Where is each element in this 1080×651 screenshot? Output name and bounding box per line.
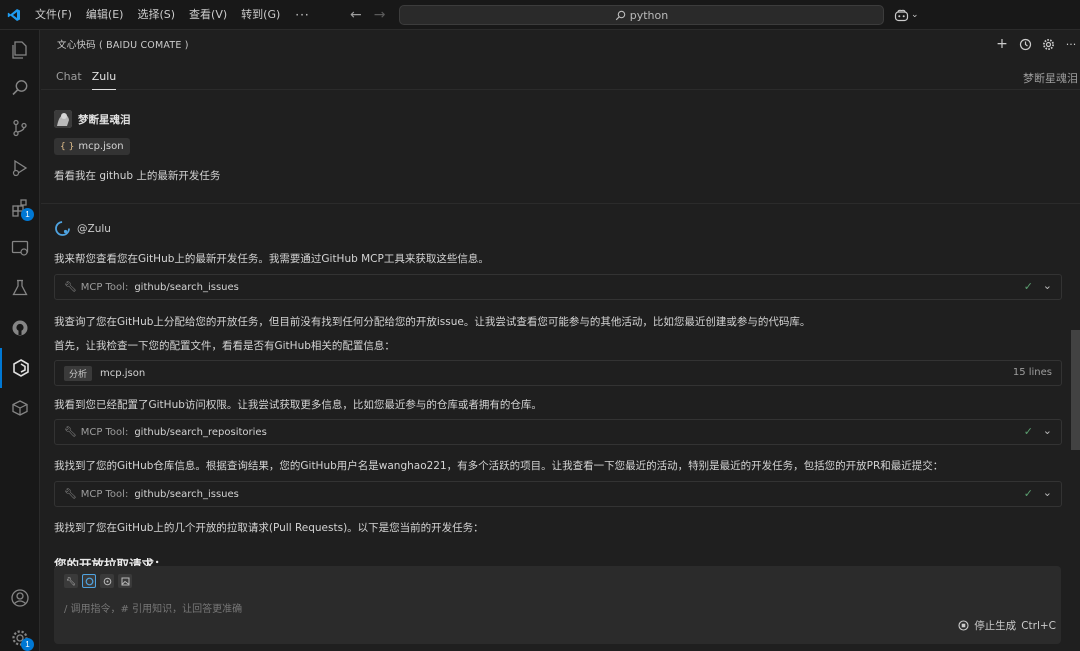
user-message-text: 看看我在 github 上的最新开发任务	[54, 170, 221, 182]
comate-panel: 文心快码 ( BAIDU COMATE ) + ··· Chat Zulu 梦断…	[41, 30, 1080, 651]
settings-gear-icon[interactable]: 1	[0, 618, 40, 651]
attached-file-chip[interactable]: { } mcp.json	[54, 138, 130, 155]
explorer-icon[interactable]	[0, 30, 40, 70]
bot-paragraph: 我查询了您在GitHub上分配给您的开放任务，但目前没有找到任何分配给您的开放i…	[54, 316, 811, 328]
bot-paragraph: 我来帮您查看您在GitHub上的最新开发任务。我需要通过GitHub MCP工具…	[54, 253, 489, 265]
tab-chat[interactable]: Chat	[56, 60, 82, 90]
chat-conversation: 梦断星魂泪 { } mcp.json 看看我在 github 上的最新开发任务 …	[41, 92, 1080, 570]
chevron-down-icon[interactable]: ⌄	[1043, 279, 1052, 292]
back-arrow-icon[interactable]: ←	[350, 7, 362, 23]
avatar	[54, 110, 72, 128]
extensions-icon[interactable]: 1	[0, 188, 40, 228]
forward-arrow-icon[interactable]: →	[374, 7, 386, 23]
settings-badge: 1	[21, 638, 34, 651]
bot-paragraph: 我找到了您在GitHub上的几个开放的拉取请求(Pull Requests)。以…	[54, 522, 484, 534]
tool-label: MCP Tool:	[80, 426, 129, 438]
menu-selection[interactable]: 选择(S)	[130, 0, 182, 30]
history-icon[interactable]	[1018, 38, 1032, 51]
user-name: 梦断星魂泪	[78, 113, 131, 126]
mcp-tool-call[interactable]: 🔧︎ MCP Tool: github/search_repositories …	[54, 419, 1062, 445]
chat-scrollbar[interactable]	[1071, 330, 1080, 450]
copilot-icon	[894, 9, 909, 21]
new-chat-plus-icon[interactable]: +	[995, 36, 1009, 52]
tool-label: MCP Tool:	[80, 281, 129, 293]
analysis-tag: 分析	[64, 365, 93, 381]
tool-name: github/search_repositories	[134, 426, 267, 438]
tool-label: MCP Tool:	[80, 488, 129, 500]
check-icon: ✓	[1023, 425, 1033, 438]
menu-view[interactable]: 查看(V)	[182, 0, 234, 30]
analysis-file-name: mcp.json	[100, 367, 146, 379]
title-bar: 文件(F) 编辑(E) 选择(S) 查看(V) 转到(G) ··· ← → py…	[0, 0, 1080, 30]
source-control-icon[interactable]	[0, 108, 40, 148]
panel-tabs: Chat Zulu 梦断星魂泪	[41, 60, 1080, 90]
mcp-tool-call[interactable]: 🔧︎ MCP Tool: github/search_issues ✓ ⌄	[54, 274, 1062, 300]
chevron-down-icon[interactable]: ⌄	[1043, 424, 1052, 437]
vscode-logo-icon	[0, 0, 28, 30]
mcp-tool-call[interactable]: 🔧︎ MCP Tool: github/search_issues ✓ ⌄	[54, 481, 1062, 507]
command-center-search[interactable]: python	[399, 5, 884, 25]
wrench-icon: 🔧︎	[64, 281, 77, 293]
activity-bar: 1 1	[0, 30, 40, 651]
settings-icon[interactable]	[1041, 38, 1055, 51]
run-debug-icon[interactable]	[0, 148, 40, 188]
input-toolbar: 🔧︎	[64, 574, 132, 588]
bot-paragraph: 首先，让我检查一下您的配置文件，看看是否有GitHub相关的配置信息：	[54, 340, 395, 352]
wrench-icon: 🔧︎	[64, 488, 77, 500]
tool-name: github/search_issues	[134, 488, 239, 500]
extensions-badge: 1	[21, 208, 34, 221]
user-message-header: 梦断星魂泪	[54, 110, 131, 128]
menu-edit[interactable]: 编辑(E)	[79, 0, 131, 30]
account-icon[interactable]	[0, 578, 40, 618]
line-count: 15 lines	[1012, 367, 1052, 378]
zulu-mode-icon[interactable]	[82, 574, 96, 588]
navigation-arrows: ← →	[350, 0, 385, 30]
message-divider	[41, 203, 1080, 204]
search-icon[interactable]	[0, 68, 40, 108]
stop-generation-button[interactable]: 停止生成 Ctrl+C	[958, 618, 1056, 633]
check-icon: ✓	[1023, 280, 1033, 293]
bot-message-header: @Zulu	[54, 220, 111, 237]
menu-bar: 文件(F) 编辑(E) 选择(S) 查看(V) 转到(G) ···	[28, 0, 318, 30]
chat-input-area[interactable]: 🔧︎ / 调用指令，# 引用知识，让回答更准确 停止生成 Ctrl+C	[54, 566, 1061, 644]
remote-explorer-icon[interactable]	[0, 228, 40, 268]
tool-name: github/search_issues	[134, 281, 239, 293]
attached-file-name: mcp.json	[78, 141, 124, 152]
chevron-down-icon[interactable]: ⌄	[1043, 486, 1052, 499]
bot-paragraph: 我看到您已经配置了GitHub访问权限。让我尝试获取更多信息，比如您最近参与的仓…	[54, 399, 542, 411]
image-icon[interactable]	[118, 574, 132, 588]
package-icon[interactable]	[0, 388, 40, 428]
check-icon: ✓	[1023, 487, 1033, 500]
target-icon[interactable]	[100, 574, 114, 588]
tab-zulu[interactable]: Zulu	[91, 60, 117, 90]
zulu-logo-icon	[55, 221, 70, 236]
comate-icon[interactable]	[0, 348, 40, 388]
wrench-icon: 🔧︎	[64, 426, 77, 438]
panel-title: 文心快码 ( BAIDU COMATE )	[57, 40, 189, 51]
file-analysis-block[interactable]: 分析 mcp.json 15 lines	[54, 360, 1062, 386]
chevron-down-icon: ⌄	[911, 10, 919, 20]
menu-file[interactable]: 文件(F)	[28, 0, 79, 30]
panel-header: 文心快码 ( BAIDU COMATE ) + ···	[41, 30, 1080, 58]
github-icon[interactable]	[0, 308, 40, 348]
testing-flask-icon[interactable]	[0, 268, 40, 308]
menu-go[interactable]: 转到(G)	[234, 0, 287, 30]
chat-input-placeholder[interactable]: / 调用指令，# 引用知识，让回答更准确	[64, 600, 242, 615]
panel-actions: + ···	[995, 30, 1080, 58]
user-name-label: 梦断星魂泪	[1023, 72, 1078, 85]
menu-more-button[interactable]: ···	[287, 8, 317, 22]
search-text: python	[629, 8, 669, 22]
shortcut-label: Ctrl+C	[1021, 619, 1056, 632]
stop-icon	[958, 620, 969, 631]
tools-wrench-icon[interactable]: 🔧︎	[64, 574, 78, 588]
more-actions-icon[interactable]: ···	[1064, 38, 1078, 51]
stop-label: 停止生成	[974, 620, 1017, 632]
search-icon	[615, 10, 626, 20]
bot-name: @Zulu	[77, 222, 111, 235]
json-file-icon: { }	[60, 141, 75, 152]
bot-paragraph: 我找到了您的GitHub仓库信息。根据查询结果，您的GitHub用户名是wang…	[54, 460, 944, 472]
copilot-menu[interactable]: ⌄	[894, 0, 919, 30]
